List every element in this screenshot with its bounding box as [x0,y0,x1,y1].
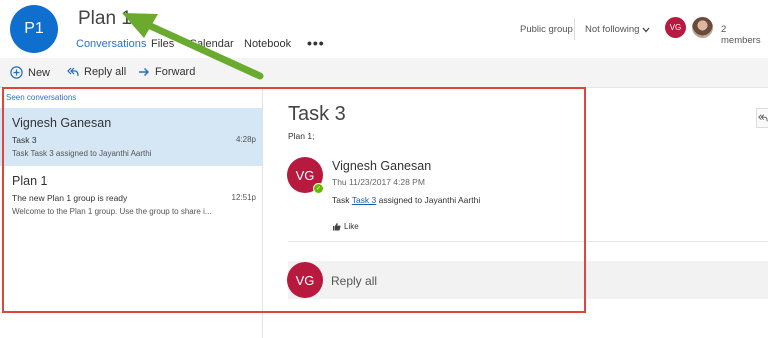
more-options-button[interactable]: ••• [307,35,325,51]
new-button[interactable]: New [10,66,50,79]
conversation-preview: Task Task 3 assigned to Jayanthi Aarthi [12,149,152,158]
group-avatar[interactable]: P1 [10,5,58,53]
sent-time: Thu 11/23/2017 4:28 PM [332,177,425,187]
tab-notebook[interactable]: Notebook [244,38,291,50]
message-body: Task Task 3 assigned to Jayanthi Aarthi [332,195,480,205]
follow-status-label: Not following [585,24,640,35]
conversation-item[interactable]: Vignesh Ganesan Task 3 4:28p Task Task 3… [0,108,262,166]
forward-button[interactable]: Forward [138,66,195,78]
conversation-sender: Plan 1 [12,174,48,188]
member-avatar[interactable]: VG [665,17,686,38]
message-body-prefix: Task [332,195,352,205]
group-title: Plan 1 [78,8,132,29]
seen-conversations-link[interactable]: Seen conversations [6,93,76,102]
reply-initials: VG [295,272,315,288]
like-button[interactable]: Like [332,222,359,231]
reply-all-icon [67,67,79,77]
new-label: New [28,66,51,79]
conversation-item[interactable]: Plan 1 The new Plan 1 group is ready 12:… [0,166,262,226]
plus-circle-icon [10,66,23,79]
reply-all-label: Reply all [84,66,127,78]
message-divider [288,241,768,242]
sender-name: Vignesh Ganesan [332,159,432,173]
members-count-link[interactable]: 2 members [721,24,768,46]
sender-initials: VG [295,167,315,183]
reply-all-button[interactable]: Reply all [67,66,126,78]
conversation-time: 4:28p [235,135,256,144]
chevron-down-icon [642,27,650,32]
like-label: Like [344,222,359,231]
thumbs-up-icon [333,223,341,231]
reply-avatar: VG [287,262,323,298]
group-initials: P1 [24,20,44,37]
conversation-sender: Vignesh Ganesan [12,116,112,130]
message-body-suffix: assigned to Jayanthi Aarthi [376,195,481,205]
thread-title: Task 3 [288,103,346,125]
header-divider [574,18,575,40]
presence-available-icon: ✓ [313,183,324,194]
thread-recipients: Plan 1; [288,131,315,141]
member-photo-avatar[interactable] [692,17,713,38]
forward-arrow-icon [139,68,149,76]
task-link[interactable]: Task 3 [352,195,377,205]
tab-calendar[interactable]: Calendar [189,38,234,50]
reply-all-icon[interactable] [756,108,768,128]
tab-files[interactable]: Files [151,38,174,50]
conversation-subject: Task 3 [12,135,37,145]
conversation-subject: The new Plan 1 group is ready [12,193,128,203]
reply-all-placeholder[interactable]: Reply all [331,274,377,288]
forward-label: Forward [155,66,196,78]
conversation-preview: Welcome to the Plan 1 group. Use the gro… [12,207,212,216]
conversation-time: 12:51p [231,193,256,202]
member-initials: VG [669,23,682,32]
group-privacy-label: Public group [520,24,573,35]
tab-conversations[interactable]: Conversations [76,38,146,50]
follow-dropdown[interactable]: Not following [585,24,650,35]
